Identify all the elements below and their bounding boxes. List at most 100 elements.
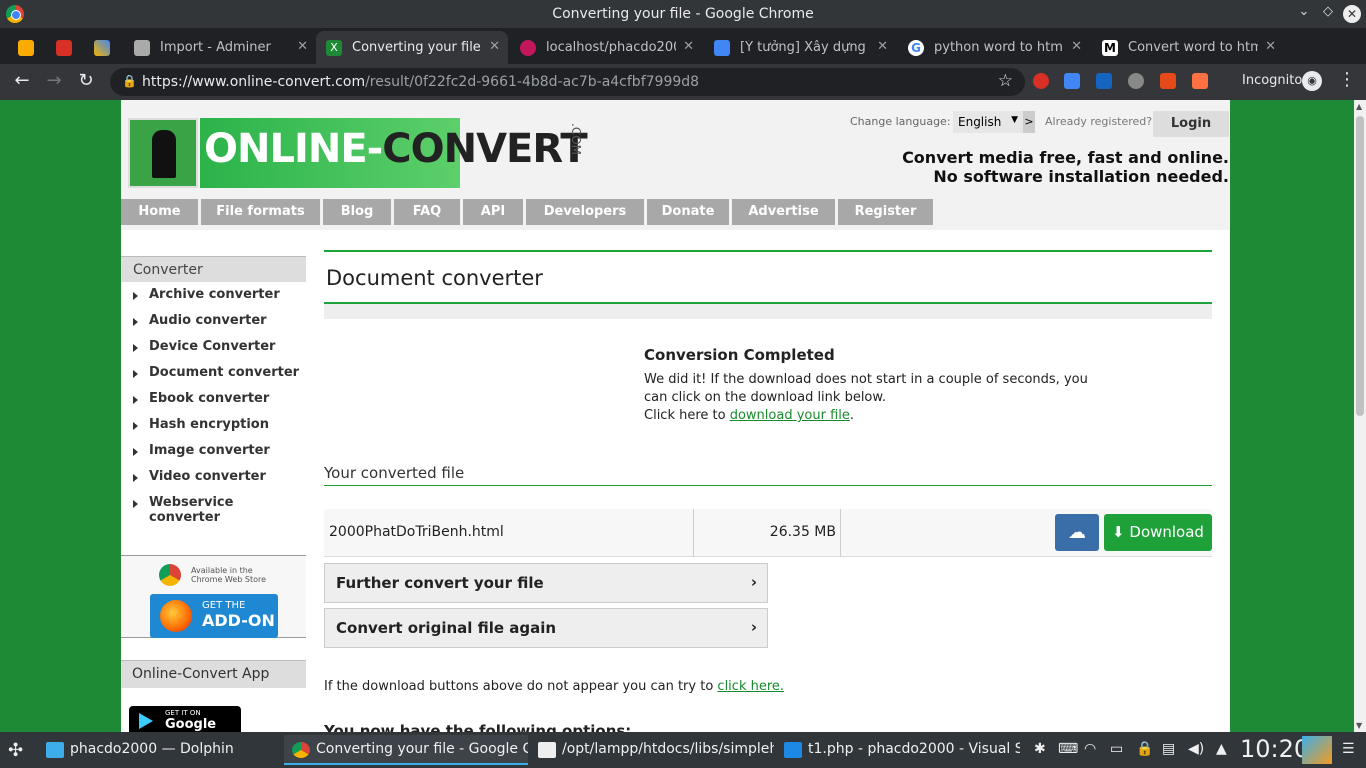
extension-j-icon[interactable] [1096, 73, 1112, 89]
close-tab-icon[interactable]: ✕ [297, 39, 308, 54]
tab-convert-word-to-html[interactable]: M Convert word to htm ✕ [1092, 31, 1284, 64]
sidebar-item-device[interactable]: Device Converter [121, 334, 306, 360]
tab-localhost-phacdo2000[interactable]: localhost/phacdo2000 ✕ [510, 31, 702, 64]
tab-converting-your-file[interactable]: X Converting your file ✕ [316, 31, 508, 64]
app-launcher-icon[interactable]: ✣ [8, 740, 30, 761]
page-title: Document converter [324, 250, 1212, 304]
nav-blog[interactable]: Blog [323, 199, 391, 225]
battery-icon[interactable]: ▭ [1110, 741, 1123, 757]
wifi-icon[interactable]: ◠ [1084, 741, 1096, 757]
pinwheel-icon [94, 40, 110, 56]
maximize-button[interactable]: ◇ [1318, 4, 1338, 19]
reload-button[interactable]: ↻ [74, 70, 98, 91]
show-desktop-icon[interactable] [1302, 736, 1332, 764]
site-logo[interactable]: ONLINE-CONVERT .COM [128, 118, 588, 188]
change-language-label: Change language: [850, 115, 951, 128]
forward-button[interactable]: → [42, 70, 66, 91]
download-button[interactable]: ⬇ Download [1104, 514, 1212, 551]
sidebar-item-image[interactable]: Image converter [121, 438, 306, 464]
sidebar-item-archive[interactable]: Archive converter [121, 282, 306, 308]
login-button[interactable]: Login [1153, 111, 1229, 137]
download-your-file-link[interactable]: download your file [730, 408, 850, 423]
adblock-extension-icon[interactable] [1033, 73, 1049, 89]
sidebar-item-ebook[interactable]: Ebook converter [121, 386, 306, 412]
sidebar-item-audio[interactable]: Audio converter [121, 308, 306, 334]
app-heading: Online-Convert App [121, 660, 306, 688]
pinned-tab-2[interactable] [46, 31, 82, 64]
nav-developers[interactable]: Developers [526, 199, 644, 225]
taskbar-menu-icon[interactable]: ☰ [1342, 741, 1355, 757]
extension-flag-icon[interactable] [1192, 73, 1208, 89]
chrome-web-store-badge[interactable]: Available in the Chrome Web Store [159, 564, 269, 588]
scrollbar-thumb[interactable] [1356, 116, 1364, 416]
task-text-editor[interactable]: /opt/lampp/htdocs/libs/simpleh... [530, 735, 774, 765]
addons-box: Available in the Chrome Web Store GET THE… [121, 555, 306, 638]
tab-import-adminer[interactable]: Import - Adminer ✕ [124, 31, 316, 64]
back-button[interactable]: ← [10, 70, 34, 91]
close-window-button[interactable]: ✕ [1343, 5, 1361, 23]
chrome-menu-icon[interactable]: ⋮ [1338, 69, 1356, 90]
sidebar-item-video[interactable]: Video converter [121, 464, 306, 490]
task-vscode[interactable]: t1.php - phacdo2000 - Visual Stu... [776, 735, 1020, 765]
close-tab-icon[interactable]: ✕ [683, 39, 694, 54]
close-tab-icon[interactable]: ✕ [1265, 39, 1276, 54]
tab-y-tuong[interactable]: [Ý tưởng] Xây dựng a ✕ [704, 31, 896, 64]
play-store-icon [139, 713, 153, 729]
minimize-button[interactable]: ⌄ [1294, 4, 1314, 19]
chevron-right-icon: › [750, 618, 757, 636]
page-scrollbar[interactable]: ▲ ▼ [1354, 100, 1366, 732]
chevron-right-icon: › [750, 573, 757, 591]
translate-extension-icon[interactable] [1064, 73, 1080, 89]
tab-python-word-to-html[interactable]: G python word to html ✕ [898, 31, 1090, 64]
sidebar-item-document[interactable]: Document converter [121, 360, 306, 386]
sidebar-item-webservice[interactable]: Webservice converter [121, 490, 306, 525]
nav-donate[interactable]: Donate [647, 199, 729, 225]
nav-advertise[interactable]: Advertise [732, 199, 835, 225]
close-tab-icon[interactable]: ✕ [1071, 39, 1082, 54]
tray-expand-icon[interactable]: ▲ [1216, 741, 1227, 757]
bluetooth-icon[interactable]: ✱ [1034, 741, 1046, 757]
further-convert-accordion[interactable]: Further convert your file › [324, 563, 768, 603]
cws-line-2: Chrome Web Store [191, 575, 267, 584]
click-here-link[interactable]: click here. [717, 679, 784, 694]
nav-home[interactable]: Home [121, 199, 198, 225]
nav-faq[interactable]: FAQ [394, 199, 460, 225]
nav-register[interactable]: Register [838, 199, 933, 225]
scroll-down-icon[interactable]: ▼ [1356, 721, 1362, 730]
incognito-icon[interactable]: ◉ [1302, 71, 1322, 91]
nav-file-formats[interactable]: File formats [201, 199, 320, 225]
firefox-addon-button[interactable]: GET THE ADD-ON [150, 594, 278, 638]
lock-screen-icon[interactable]: 🔒 [1136, 741, 1153, 757]
close-tab-icon[interactable]: ✕ [489, 39, 500, 54]
conversion-text-1: We did it! If the download does not star… [644, 372, 1088, 405]
tagline-line-1: Convert media free, fast and online. [902, 148, 1229, 167]
scroll-up-icon[interactable]: ▲ [1356, 102, 1362, 111]
converted-file-title: Your converted file [324, 464, 1212, 486]
keyboard-icon[interactable]: ⌨ [1058, 741, 1078, 757]
address-bar[interactable]: 🔒 https://www.online-convert.com/result/… [110, 68, 1025, 96]
volume-icon[interactable]: ◀) [1188, 741, 1204, 757]
raspberry-icon [520, 40, 536, 56]
clipboard-icon[interactable]: ▤ [1162, 741, 1175, 757]
cloud-upload-button[interactable]: ☁ [1055, 514, 1099, 551]
cloud-upload-icon: ☁ [1068, 522, 1086, 543]
pinned-tab-3[interactable] [84, 31, 120, 64]
window-title: Converting your file - Google Chrome [552, 6, 814, 22]
nav-api[interactable]: API [463, 199, 523, 225]
convert-again-accordion[interactable]: Convert original file again › [324, 608, 768, 648]
task-dolphin[interactable]: phacdo2000 — Dolphin [38, 735, 282, 765]
close-tab-icon[interactable]: ✕ [877, 39, 888, 54]
task-chrome[interactable]: Converting your file - Google Ch... [284, 735, 528, 765]
extension-grid-icon[interactable] [1160, 73, 1176, 89]
tagline-line-2: No software installation needed. [933, 167, 1229, 186]
language-go-button[interactable]: > [1023, 111, 1035, 133]
google-play-badge[interactable]: GET IT ON Google Play [129, 706, 241, 732]
lightbulb-extension-icon[interactable] [1128, 73, 1144, 89]
clock[interactable]: 10:20 [1240, 735, 1309, 763]
bookmark-star-icon[interactable]: ☆ [998, 71, 1013, 91]
language-select[interactable]: English ▼ [953, 111, 1023, 133]
tab-label: [Ý tưởng] Xây dựng a [740, 40, 870, 55]
pinned-tab-1[interactable] [8, 31, 44, 64]
tab-label: Convert word to htm [1128, 40, 1258, 55]
sidebar-item-hash[interactable]: Hash encryption [121, 412, 306, 438]
